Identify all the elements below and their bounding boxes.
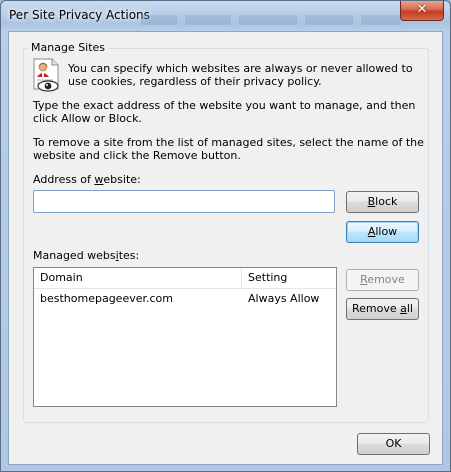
list-header: Domain Setting — [34, 268, 336, 289]
list-item[interactable]: besthomepageever.com Always Allow — [34, 290, 336, 308]
window-title: Per Site Privacy Actions — [9, 8, 150, 22]
column-header-setting[interactable]: Setting — [242, 268, 336, 288]
title-bar[interactable]: Per Site Privacy Actions ✕ — [1, 1, 450, 31]
close-icon: ✕ — [416, 2, 428, 17]
intro-text: You can specify which websites are alway… — [68, 62, 413, 88]
background-tabs — [141, 11, 401, 29]
privacy-document-eye-icon — [33, 58, 59, 92]
remove-instruction-text: To remove a site from the list of manage… — [33, 136, 424, 162]
address-input[interactable] — [33, 190, 335, 213]
block-button[interactable]: Block — [346, 191, 419, 213]
remove-button[interactable]: Remove — [346, 269, 419, 291]
dialog-window: Per Site Privacy Actions ✕ Manage Sites — [0, 0, 451, 472]
managed-websites-label: Managed websites: — [33, 249, 140, 262]
list-item-domain: besthomepageever.com — [40, 292, 173, 305]
list-item-setting: Always Allow — [248, 292, 320, 305]
close-button[interactable]: ✕ — [400, 1, 444, 21]
allow-button[interactable]: Allow — [346, 221, 419, 243]
group-label: Manage Sites — [28, 41, 109, 54]
dialog-client-area: Manage Sites You can specify which websi… — [8, 31, 443, 465]
ok-button[interactable]: OK — [357, 433, 430, 455]
managed-websites-list[interactable]: Domain Setting besthomepageever.com Alwa… — [33, 267, 337, 407]
remove-all-button[interactable]: Remove all — [346, 298, 419, 320]
address-label: Address of website: — [33, 173, 141, 186]
type-instruction-text: Type the exact address of the website yo… — [33, 99, 416, 125]
column-header-domain[interactable]: Domain — [34, 268, 241, 288]
